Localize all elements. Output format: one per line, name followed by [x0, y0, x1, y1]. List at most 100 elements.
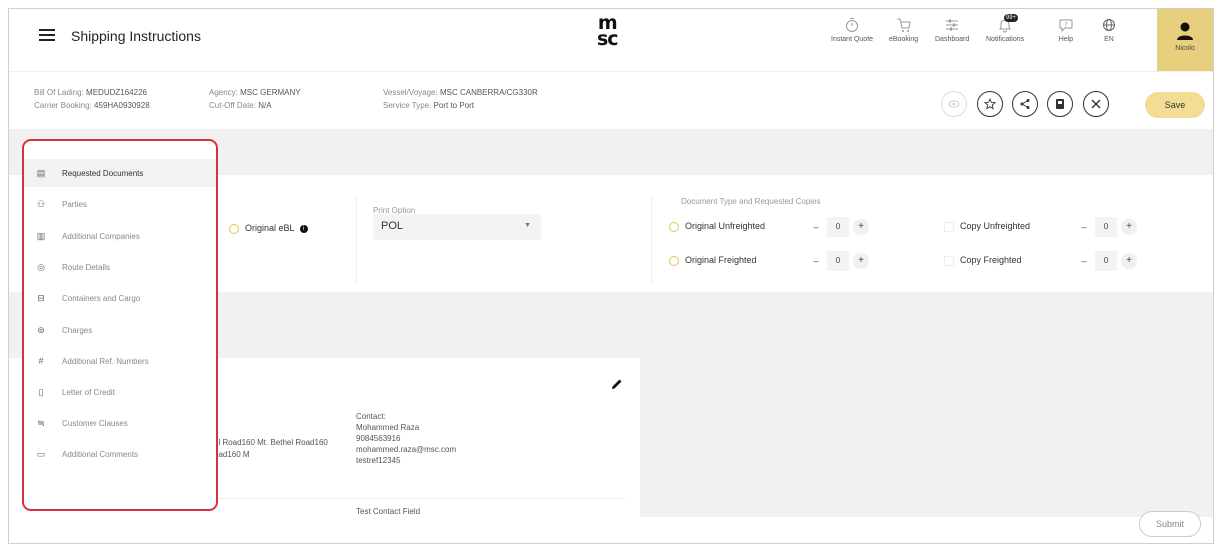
location-pin-icon: ◎ [37, 261, 45, 272]
preview-button[interactable] [941, 91, 967, 117]
cutoff-value: N/A [258, 101, 272, 110]
sidebar-item-label: Parties [62, 199, 87, 209]
contact-label: Contact: [356, 412, 386, 421]
plus-button[interactable]: + [1121, 253, 1137, 269]
buildings-icon: ▥ [36, 230, 46, 241]
service-label: Service Type: [383, 101, 432, 110]
print-option-select[interactable]: POL ▼ [373, 214, 541, 240]
share-icon [1020, 99, 1030, 109]
bl-value: MEDUDZ164226 [86, 88, 147, 97]
sidebar-item-additional-ref-numbers[interactable]: # Additional Ref. Numbers [24, 347, 216, 375]
section-nav-sidebar: ▤ Requested Documents ⚇ Parties ▥ Additiona… [22, 139, 218, 511]
copy-unfreighted-checkbox[interactable] [944, 221, 954, 232]
nav-notifications[interactable]: 99+ Notifications [986, 14, 1024, 43]
sidebar-item-requested-documents[interactable]: ▤ Requested Documents [24, 159, 216, 187]
page-icon: ▯ [38, 386, 44, 397]
original-unfreighted-option[interactable]: Original Unfreighted [669, 221, 765, 232]
bell-wrap: 99+ [997, 14, 1019, 33]
eye-icon [948, 100, 960, 108]
copy-freighted-stepper[interactable]: –0 + [1077, 251, 1137, 271]
minus-button[interactable]: – [809, 256, 823, 266]
agency-label: Agency: [209, 88, 238, 97]
sidebar-item-containers-and-cargo[interactable]: ⊟ Containers and Cargo [24, 284, 216, 312]
globe-icon [1103, 19, 1115, 31]
original-unfreighted-radio[interactable] [669, 221, 679, 232]
plus-button[interactable]: + [853, 219, 869, 235]
original-unfreighted-label: Original Unfreighted [685, 221, 766, 231]
address-line: oad160 M [214, 450, 250, 459]
original-freighted-stepper[interactable]: –0 + [809, 251, 869, 271]
sidebar-item-label: Additional Ref. Numbers [62, 356, 149, 366]
original-freighted-radio[interactable] [669, 255, 679, 266]
user-name: Nicolo [1175, 45, 1195, 52]
nav-instant-quote[interactable]: Instant Quote [831, 17, 873, 43]
quantity-value[interactable]: 0 [1095, 251, 1117, 271]
sidebar-item-customer-clauses[interactable]: ≒ Customer Clauses [24, 409, 216, 437]
divider [356, 197, 357, 285]
contact-ref: testref12345 [356, 456, 401, 465]
agency-value: MSC GERMANY [240, 88, 301, 97]
sidebar-item-label: Customer Clauses [62, 418, 128, 428]
copy-unfreighted-stepper[interactable]: –0 + [1077, 217, 1137, 237]
print-option-value: POL [381, 220, 404, 232]
contact-name: Mohammed Raza [356, 423, 420, 432]
info-icon[interactable]: i [299, 224, 308, 233]
logo-bottom: sc [597, 28, 619, 50]
chevron-down-icon: ▼ [524, 222, 531, 229]
shipment-info-bar: Bill Of Lading: MEDUDZ164226 Carrier Boo… [9, 71, 1213, 129]
plus-button[interactable]: + [1121, 219, 1137, 235]
copy-freighted-checkbox[interactable] [944, 255, 954, 266]
agency-info: Agency: MSC GERMANY Cut-Off Date: N/A [209, 86, 301, 112]
stopwatch-icon [846, 18, 859, 32]
msc-logo[interactable]: m sc [597, 14, 619, 50]
sidebar-item-additional-companies[interactable]: ▥ Additional Companies [24, 222, 216, 250]
quantity-value[interactable]: 0 [1095, 217, 1117, 237]
nav-help[interactable]: ? Help [1058, 17, 1074, 43]
help-bubble-icon: ? [1059, 19, 1073, 33]
template-button[interactable] [1047, 91, 1073, 117]
party-contact: Contact: Mohammed Raza 9084563916 mohamm… [356, 411, 456, 466]
copy-freighted-option[interactable]: Copy Freighted [944, 255, 1022, 266]
hamburger-menu-icon[interactable] [39, 29, 55, 41]
bl-label: Bill Of Lading: [34, 88, 84, 97]
nav-dashboard[interactable]: Dashboard [935, 17, 969, 43]
close-button[interactable] [1083, 91, 1109, 117]
contact-email: mohammed.raza@msc.com [356, 445, 457, 454]
party-address: el Road160 Mt. Bethel Road160 oad160 M [214, 437, 328, 461]
original-freighted-option[interactable]: Original Freighted [669, 255, 757, 266]
user-menu[interactable]: Nicolo [1157, 9, 1213, 71]
save-button[interactable]: Save [1145, 92, 1205, 118]
page-title: Shipping Instructions [71, 28, 201, 44]
submit-button[interactable]: Submit [1139, 511, 1201, 537]
top-bar: Shipping Instructions m sc Instant Quote… [9, 9, 1213, 71]
share-button[interactable] [1012, 91, 1038, 117]
sidebar-item-letter-of-credit[interactable]: ▯ Letter of Credit [24, 378, 216, 406]
sidebar-item-label: Charges [62, 325, 93, 335]
user-avatar-icon [1177, 22, 1193, 40]
sidebar-item-route-details[interactable]: ◎ Route Details [24, 253, 216, 281]
vessel-info: Vessel/Voyage: MSC CANBERRA/CG330R Servi… [383, 86, 538, 112]
minus-button[interactable]: – [1077, 256, 1091, 266]
sidebar-item-charges[interactable]: ⊚ Charges [24, 316, 216, 344]
original-ebl-radio[interactable] [229, 223, 239, 234]
plus-button[interactable]: + [853, 253, 869, 269]
sidebar-item-parties[interactable]: ⚇ Parties [24, 190, 216, 218]
sidebar-item-label: Additional Comments [62, 449, 139, 459]
favorite-button[interactable] [977, 91, 1003, 117]
edit-pencil-icon[interactable] [611, 378, 623, 390]
quantity-value[interactable]: 0 [827, 217, 849, 237]
nav-ebooking[interactable]: eBooking [889, 17, 918, 43]
sidebar-item-additional-comments[interactable]: ▭ Additional Comments [24, 440, 216, 468]
original-ebl-option[interactable]: Original eBL i [229, 223, 308, 234]
notification-badge: 99+ [1003, 14, 1019, 22]
quantity-value[interactable]: 0 [827, 251, 849, 271]
copy-unfreighted-option[interactable]: Copy Unfreighted [944, 221, 1030, 232]
sidebar-item-label: Letter of Credit [62, 387, 115, 397]
nav-language[interactable]: EN [1102, 17, 1116, 43]
minus-button[interactable]: – [1077, 222, 1091, 232]
minus-button[interactable]: – [809, 222, 823, 232]
original-unfreighted-stepper[interactable]: –0 + [809, 217, 869, 237]
sidebar-item-label: Requested Documents [62, 168, 144, 178]
doc-type-label: Document Type and Requested Copies [681, 197, 821, 206]
coin-icon: ⊚ [37, 324, 45, 335]
